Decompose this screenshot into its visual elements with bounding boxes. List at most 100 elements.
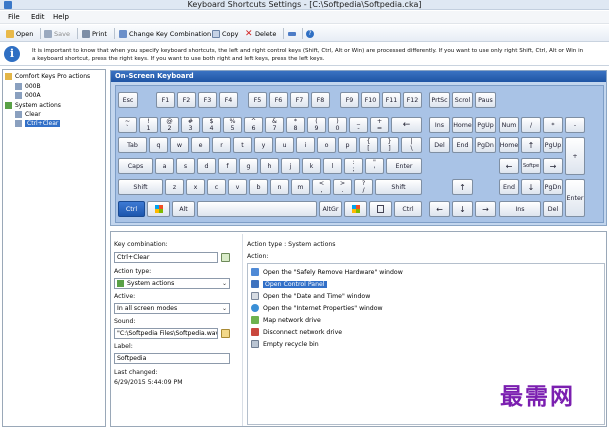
key-ctrl-right[interactable]: Ctrl — [394, 201, 422, 217]
list-item[interactable]: Disconnect network drive — [251, 327, 342, 337]
key-arrow-right[interactable]: → — [475, 201, 496, 217]
key-f5[interactable]: F5 — [248, 92, 267, 108]
key-delete[interactable]: Del — [429, 137, 450, 153]
key-5[interactable]: % 5 — [223, 117, 242, 133]
label-field[interactable]: Softpedia — [114, 353, 230, 364]
key-numpad-end[interactable]: End — [499, 179, 519, 195]
key-tilde[interactable]: ~ ` — [118, 117, 137, 133]
view-button[interactable] — [288, 28, 298, 39]
key-numpad-down[interactable]: ↓ — [521, 179, 541, 195]
key-esc[interactable]: Esc — [118, 92, 138, 108]
key-arrow-up[interactable]: ↑ — [452, 179, 473, 195]
key-t[interactable]: t — [233, 137, 252, 153]
key-k[interactable]: k — [302, 158, 321, 174]
key-comma[interactable]: < , — [312, 179, 331, 195]
menu-edit[interactable]: Edit — [31, 13, 45, 21]
key-f12[interactable]: F12 — [403, 92, 422, 108]
key-shift-left[interactable]: Shift — [118, 179, 163, 195]
key-insert[interactable]: Ins — [429, 117, 450, 133]
key-numpad-left[interactable]: ← — [499, 158, 519, 174]
key-numpad-pgdn[interactable]: PgDn — [543, 179, 563, 195]
key-2[interactable]: @ 2 — [160, 117, 179, 133]
key-c[interactable]: c — [207, 179, 226, 195]
key-altgr[interactable]: AltGr — [319, 201, 342, 217]
key-equals[interactable]: + = — [370, 117, 389, 133]
key-f1[interactable]: F1 — [156, 92, 175, 108]
list-item[interactable]: Map network drive — [251, 315, 321, 325]
key-shift-right[interactable]: Shift — [375, 179, 422, 195]
key-q[interactable]: q — [149, 137, 168, 153]
key-e[interactable]: e — [191, 137, 210, 153]
key-backspace[interactable]: ← — [391, 117, 422, 133]
key-capslock[interactable]: Caps — [118, 158, 153, 174]
key-pageup[interactable]: PgUp — [475, 117, 496, 133]
key-j[interactable]: j — [281, 158, 300, 174]
key-f3[interactable]: F3 — [198, 92, 217, 108]
key-numpad-enter[interactable]: Enter — [565, 179, 585, 217]
key-numpad-plus[interactable]: + — [565, 137, 585, 175]
key-f2[interactable]: F2 — [177, 92, 196, 108]
active-select[interactable]: In all screen modes ⌄ — [114, 303, 230, 314]
key-home[interactable]: Home — [452, 117, 473, 133]
key-h[interactable]: h — [260, 158, 279, 174]
key-i[interactable]: i — [296, 137, 315, 153]
key-b[interactable]: b — [249, 179, 268, 195]
key-win-left[interactable] — [147, 201, 170, 217]
key-d[interactable]: d — [197, 158, 216, 174]
key-f11[interactable]: F11 — [382, 92, 401, 108]
key-z[interactable]: z — [165, 179, 184, 195]
key-enter[interactable]: Enter — [386, 158, 422, 174]
key-numpad-minus[interactable]: - — [565, 117, 585, 133]
key-combination-field[interactable]: Ctrl+Clear — [114, 252, 218, 263]
key-numpad-home[interactable]: Home — [499, 137, 519, 153]
key-pagedown[interactable]: PgDn — [475, 137, 496, 153]
print-button[interactable]: Print — [82, 28, 107, 39]
help-button[interactable]: ? — [306, 28, 316, 39]
key-space[interactable] — [197, 201, 317, 217]
key-r[interactable]: r — [212, 137, 231, 153]
tree-node-ctrl-clear[interactable]: Ctrl+Clear — [15, 119, 61, 128]
browse-folder-icon[interactable] — [221, 329, 230, 338]
list-item[interactable]: Empty recycle bin — [251, 339, 319, 349]
key-f4[interactable]: F4 — [219, 92, 238, 108]
key-1[interactable]: ! 1 — [139, 117, 158, 133]
list-item[interactable]: Open the "Date and Time" window — [251, 291, 370, 301]
key-0[interactable]: ) 0 — [328, 117, 347, 133]
key-l[interactable]: l — [323, 158, 342, 174]
action-type-select[interactable]: System actions ⌄ — [114, 278, 230, 289]
key-f8[interactable]: F8 — [311, 92, 330, 108]
tree-node-comfort-keys[interactable]: Comfort Keys Pro actions — [5, 72, 90, 81]
key-o[interactable]: o — [317, 137, 336, 153]
menu-file[interactable]: File — [8, 13, 20, 21]
tree-node-000a[interactable]: 000A — [15, 91, 41, 100]
key-end[interactable]: End — [452, 137, 473, 153]
delete-button[interactable]: ✕ Delete — [245, 28, 276, 39]
key-slash[interactable]: ? / — [354, 179, 373, 195]
tree-node-clear[interactable]: Clear — [15, 110, 41, 119]
key-pause[interactable]: Paus — [475, 92, 496, 108]
key-n[interactable]: n — [270, 179, 289, 195]
key-f[interactable]: f — [218, 158, 237, 174]
key-f7[interactable]: F7 — [290, 92, 309, 108]
key-x[interactable]: x — [186, 179, 205, 195]
key-f10[interactable]: F10 — [361, 92, 380, 108]
key-ctrl-left[interactable]: Ctrl — [118, 201, 145, 217]
list-item[interactable]: Open Control Panel — [251, 279, 327, 289]
key-tab[interactable]: Tab — [118, 137, 147, 153]
key-backslash[interactable]: | \ — [401, 137, 422, 153]
key-printscreen[interactable]: PrtSc — [429, 92, 450, 108]
key-4[interactable]: $ 4 — [202, 117, 221, 133]
key-arrow-down[interactable]: ↓ — [452, 201, 473, 217]
list-item[interactable]: Open the "Safely Remove Hardware" window — [251, 267, 403, 277]
tree-node-system-actions[interactable]: System actions — [5, 101, 61, 110]
change-key-combination-button[interactable]: Change Key Combination — [119, 28, 211, 39]
edit-combination-button[interactable] — [221, 253, 230, 262]
key-m[interactable]: m — [291, 179, 310, 195]
key-arrow-left[interactable]: ← — [429, 201, 450, 217]
menu-help[interactable]: Help — [53, 13, 69, 21]
key-f6[interactable]: F6 — [269, 92, 288, 108]
key-menu[interactable] — [369, 201, 392, 217]
key-minus[interactable]: _ - — [349, 117, 368, 133]
key-scrolllock[interactable]: Scrol — [452, 92, 473, 108]
key-semicolon[interactable]: : ; — [344, 158, 363, 174]
